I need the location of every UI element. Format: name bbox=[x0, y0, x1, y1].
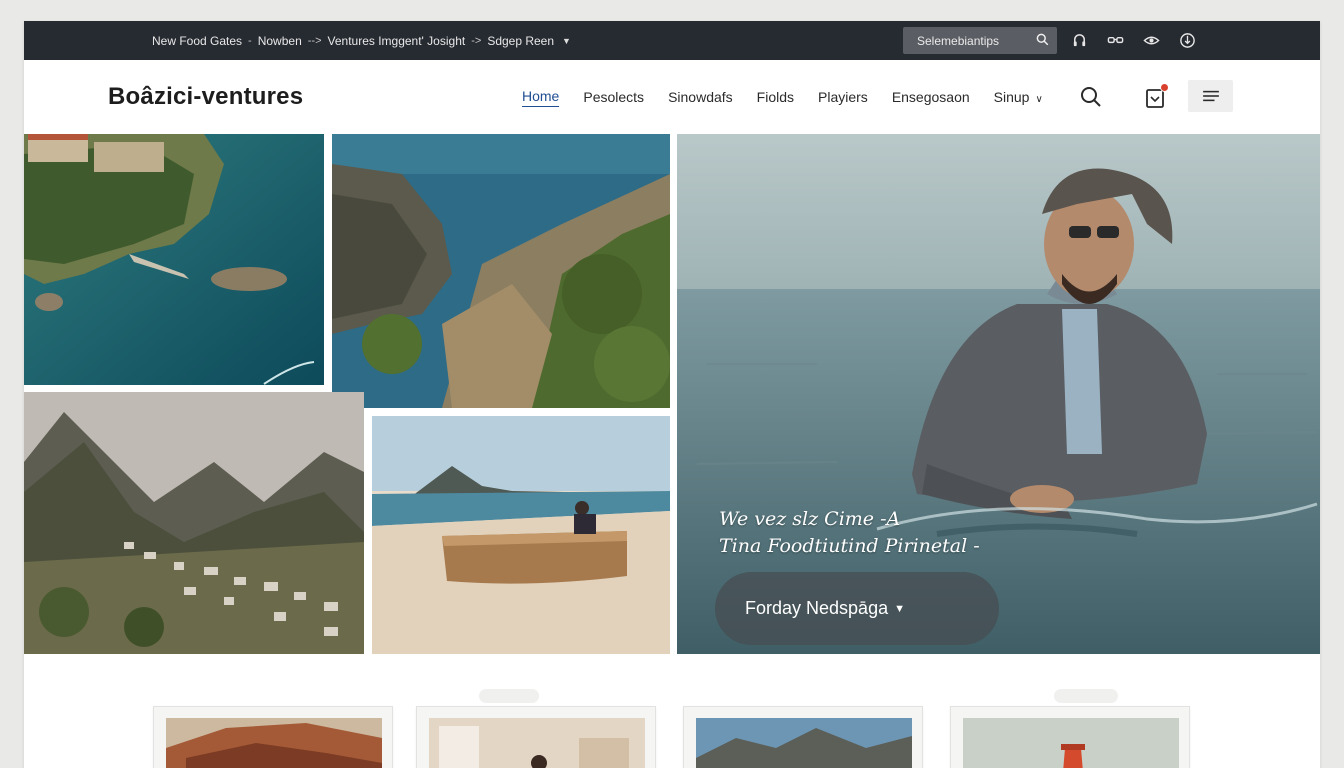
cart-icon[interactable] bbox=[1143, 83, 1169, 110]
nav-item-playiers[interactable]: Playiers bbox=[818, 89, 868, 105]
eye-icon[interactable] bbox=[1140, 30, 1162, 52]
breadcrumb-item[interactable]: Nowben bbox=[258, 34, 302, 48]
nav-item-fiolds[interactable]: Fiolds bbox=[757, 89, 794, 105]
browser-frame: New Food Gates - Nowben --> Ventures Img… bbox=[24, 21, 1320, 768]
nav-item-sinowdafs[interactable]: Sinowdafs bbox=[668, 89, 733, 105]
top-bar: New Food Gates - Nowben --> Ventures Img… bbox=[24, 21, 1320, 60]
headset-icon[interactable] bbox=[1068, 30, 1090, 52]
breadcrumb-separator: - bbox=[248, 34, 252, 47]
nav-item-home[interactable]: Home bbox=[522, 88, 560, 107]
canyon-card[interactable] bbox=[153, 706, 393, 768]
nav-item-sinup[interactable]: Sinup ∨ bbox=[994, 89, 1043, 105]
notification-badge bbox=[1160, 83, 1169, 92]
glasses-icon[interactable] bbox=[1104, 30, 1126, 52]
coastal-village-tile[interactable] bbox=[24, 134, 324, 385]
hamburger-menu-button[interactable] bbox=[1188, 80, 1233, 112]
beach-boat-tile[interactable] bbox=[372, 416, 670, 654]
hero-cta-button[interactable]: Forday Nedspāga ▼ bbox=[715, 572, 999, 645]
decorative-cloud bbox=[1054, 689, 1118, 703]
main-nav: Home Pesolects Sinowdafs Fiolds Playiers… bbox=[522, 60, 1067, 134]
nav-item-ensegosaon[interactable]: Ensegosaon bbox=[892, 89, 970, 105]
search-icon[interactable] bbox=[1036, 33, 1049, 49]
search-icon[interactable] bbox=[1079, 85, 1103, 109]
chevron-down-icon: ▼ bbox=[894, 602, 905, 615]
mountains-card[interactable] bbox=[683, 706, 923, 768]
hero-caption-line: Tina Foodtiutind Pirinetal - bbox=[719, 535, 980, 557]
chevron-down-icon[interactable]: ▼ bbox=[562, 36, 571, 46]
site-logo[interactable]: Boâzici-ventures bbox=[108, 83, 303, 111]
lighthouse-card[interactable] bbox=[950, 706, 1190, 768]
hero-banner: We vez slz Cime -A Tina Foodtiutind Piri… bbox=[677, 134, 1320, 654]
mountain-town-tile[interactable] bbox=[24, 392, 364, 654]
top-icon-group bbox=[1068, 21, 1198, 60]
nav-item-label: Sinup bbox=[993, 89, 1030, 105]
hero-cta-label: Forday Nedspāga bbox=[745, 598, 889, 618]
interior-card[interactable] bbox=[416, 706, 656, 768]
menu-icon bbox=[1202, 90, 1219, 102]
breadcrumb-separator: -> bbox=[471, 34, 482, 47]
hero-caption-line: We vez slz Cime -A bbox=[719, 508, 901, 530]
cliff-sea-tile[interactable] bbox=[332, 134, 670, 408]
breadcrumb-item[interactable]: Sdgep Reen bbox=[487, 34, 554, 48]
featured-cards bbox=[24, 654, 1320, 768]
breadcrumb: New Food Gates - Nowben --> Ventures Img… bbox=[152, 21, 571, 60]
top-search-input[interactable]: Selemebiantips bbox=[903, 27, 1057, 54]
nav-item-pesolects[interactable]: Pesolects bbox=[583, 89, 644, 105]
card-image bbox=[696, 718, 912, 768]
site-header: Boâzici-ventures Home Pesolects Sinowdaf… bbox=[24, 60, 1320, 134]
card-image bbox=[166, 718, 382, 768]
hero-caption: We vez slz Cime -A Tina Foodtiutind Piri… bbox=[719, 506, 980, 560]
card-image bbox=[963, 718, 1179, 768]
chevron-down-icon: ∨ bbox=[1035, 94, 1043, 105]
breadcrumb-separator: --> bbox=[307, 34, 322, 47]
globe-icon[interactable] bbox=[1176, 30, 1198, 52]
breadcrumb-item[interactable]: Ventures Imggent' Josight bbox=[328, 34, 466, 48]
top-search-label: Selemebiantips bbox=[917, 33, 1000, 48]
breadcrumb-item[interactable]: New Food Gates bbox=[152, 34, 242, 48]
card-image bbox=[429, 718, 645, 768]
decorative-cloud bbox=[479, 689, 539, 703]
